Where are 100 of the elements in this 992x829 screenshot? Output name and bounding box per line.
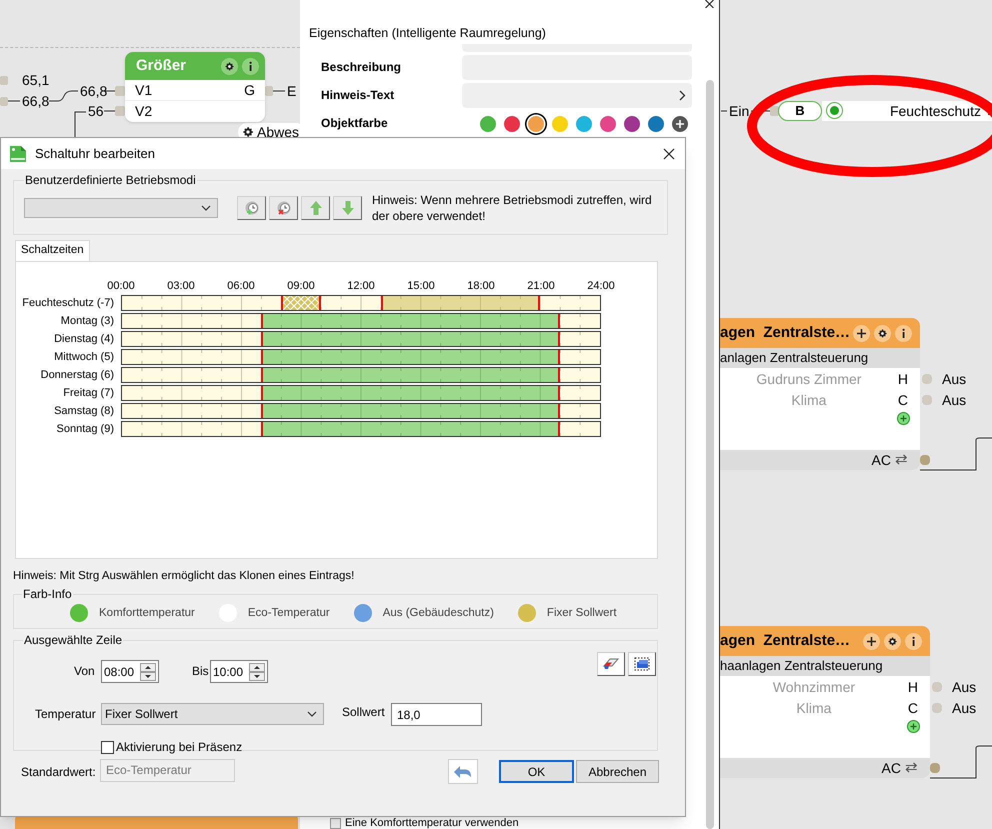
connector-port[interactable]: [922, 395, 932, 405]
spin-arrows-icon[interactable]: [140, 662, 156, 681]
info-icon[interactable]: [242, 58, 259, 74]
tab[interactable]: Schaltzeiten: [15, 240, 90, 261]
legend-label: Aus (Gebäudeschutz): [382, 606, 494, 621]
connector-port[interactable]: [920, 455, 930, 465]
checkbox[interactable]: [330, 818, 341, 829]
link-field[interactable]: [462, 83, 692, 108]
settings-icon[interactable]: [221, 58, 238, 74]
settings-icon[interactable]: [874, 324, 891, 342]
output-value: Aus: [942, 392, 966, 408]
axis-tick-label: 24:00: [587, 279, 615, 294]
field-label: Temperatur: [35, 706, 96, 724]
wire: [920, 438, 992, 470]
clock-add-button[interactable]: [237, 196, 266, 220]
output-value: Aus: [952, 679, 976, 695]
category-label: Dienstag (4): [53, 332, 115, 347]
category-label: Freitag (7): [62, 386, 115, 401]
panel-title: Eigenschaften (Intelligente Raumregelung): [309, 25, 546, 42]
color-swatch[interactable]: [480, 116, 496, 132]
legend-label: Fixer Sollwert: [546, 606, 617, 621]
color-swatch[interactable]: [552, 116, 568, 132]
select-all-button[interactable]: [628, 652, 656, 676]
close-icon[interactable]: [705, 0, 714, 8]
settings-icon[interactable]: [884, 632, 901, 650]
port-label: AC: [872, 450, 891, 470]
connector-port[interactable]: [922, 374, 932, 384]
checkbox[interactable]: [101, 740, 114, 754]
port-label: G: [244, 80, 255, 100]
color-swatch[interactable]: [648, 116, 664, 132]
color-swatch[interactable]: [504, 116, 520, 132]
mode-badge[interactable]: B: [778, 101, 822, 121]
port-label: H: [898, 370, 908, 389]
swap-icon: ⇄: [905, 756, 918, 780]
field-label: Sollwert: [342, 704, 385, 720]
wire-value: 66,8: [80, 83, 108, 99]
spin-arrows-icon[interactable]: [249, 662, 265, 681]
move-icon[interactable]: [863, 632, 880, 650]
connector-port[interactable]: [770, 106, 779, 116]
toggle[interactable]: [826, 102, 843, 119]
connector-port[interactable]: [932, 682, 942, 692]
port-label: AC: [882, 758, 901, 778]
time-spinner[interactable]: 10:00: [210, 660, 268, 684]
legend-label: Eco-Temperatur: [248, 606, 330, 621]
wire-value: 66,8: [22, 93, 50, 109]
color-swatch[interactable]: [624, 116, 640, 132]
info-icon[interactable]: [905, 632, 922, 650]
eraser-button[interactable]: [597, 652, 625, 676]
clock-add-icon: [242, 199, 260, 217]
wire: [48, 90, 78, 102]
wire-value: 56: [88, 103, 104, 119]
wire: [104, 110, 116, 112]
schedule-track[interactable]: [121, 295, 601, 311]
window-title: Schaltuhr bearbeiten: [35, 144, 155, 163]
port-label: C: [908, 699, 918, 718]
scrollbar[interactable]: [706, 80, 714, 829]
color-swatch[interactable]: [600, 116, 616, 132]
dialog-button[interactable]: OK: [499, 760, 574, 784]
connector-port[interactable]: [932, 703, 942, 713]
add-icon[interactable]: [907, 720, 920, 733]
input-field: Eco-Temperatur: [100, 759, 235, 782]
add-icon[interactable]: [897, 412, 910, 425]
axis-tick-label: 12:00: [347, 279, 375, 294]
connector-port[interactable]: [265, 86, 273, 96]
axis-tick-label: 15:00: [407, 279, 435, 294]
dropdown[interactable]: Fixer Sollwert: [101, 703, 324, 726]
field-label: Beschreibung: [321, 59, 402, 76]
arrow-down-button[interactable]: [333, 196, 362, 220]
node-label: Feuchteschutz: [890, 102, 981, 121]
time-spinner[interactable]: 08:00: [101, 660, 159, 684]
dropdown[interactable]: [24, 198, 218, 218]
add-icon[interactable]: [672, 116, 688, 132]
port-label: C: [898, 391, 908, 410]
color-swatch[interactable]: [576, 116, 592, 132]
clock-remove-button[interactable]: [269, 196, 298, 220]
arrow-back-icon: [454, 766, 472, 778]
close-icon[interactable]: [663, 148, 675, 160]
block-title: agen Zentralste…: [720, 630, 850, 651]
chevron-down-icon: [201, 205, 211, 211]
info-icon[interactable]: [895, 324, 912, 342]
connector-port[interactable]: [0, 97, 8, 106]
undo-button[interactable]: [448, 759, 478, 784]
connector-port[interactable]: [930, 763, 940, 773]
field-label: Standardwert:: [21, 764, 96, 782]
group-title: Ausgewählte Zeile: [23, 632, 124, 650]
input-field[interactable]: 18,0: [391, 703, 482, 726]
connector-port[interactable]: [0, 76, 8, 85]
color-swatch[interactable]: [528, 116, 544, 132]
group-title: Farb-Info: [22, 586, 73, 604]
channel-name: Wohnzimmer: [772, 678, 856, 697]
move-icon[interactable]: [853, 324, 870, 342]
arrow-up-button[interactable]: [301, 196, 330, 220]
dialog-button[interactable]: Abbrechen: [576, 760, 659, 784]
legend-label: Komforttemperatur: [99, 606, 195, 621]
bar[interactable]: [380, 296, 540, 310]
port-label: H: [908, 678, 918, 697]
bar[interactable]: [281, 296, 322, 310]
axis-tick-label: 18:00: [467, 279, 495, 294]
port-label: V1: [135, 80, 152, 100]
axis-tick-label: 03:00: [167, 279, 195, 294]
